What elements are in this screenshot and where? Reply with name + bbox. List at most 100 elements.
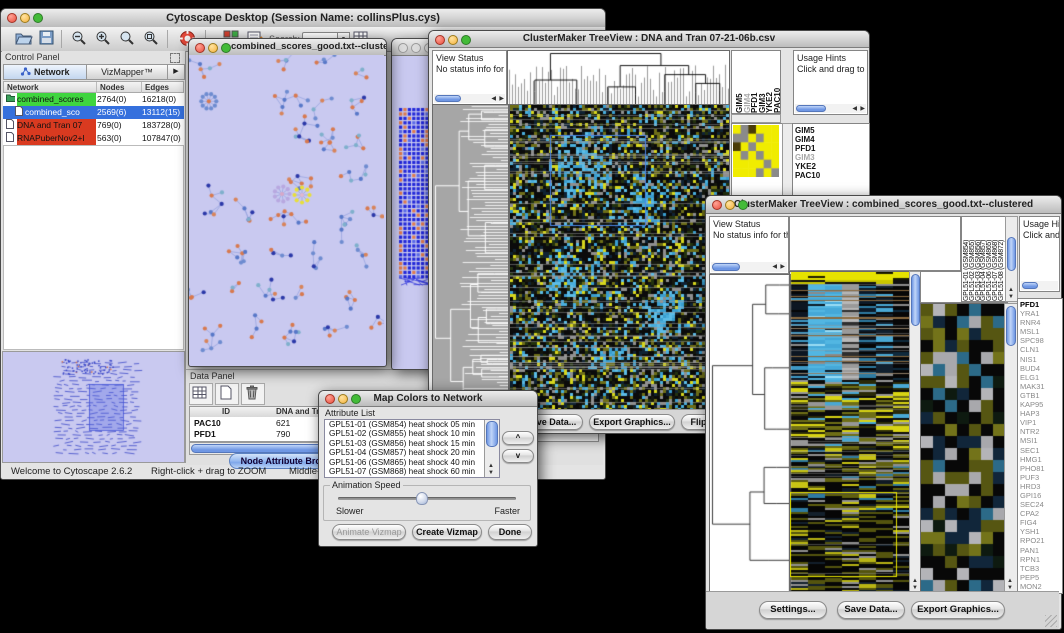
speed-slider-thumb[interactable] (416, 492, 428, 505)
table-cell-id[interactable]: PFD1 (194, 429, 216, 440)
minimize-button[interactable] (725, 200, 735, 210)
gene-label[interactable]: GTB1 (1020, 391, 1062, 400)
gene-label[interactable]: RPN1 (1020, 555, 1062, 564)
gene-label[interactable]: SPC98 (1020, 336, 1062, 345)
status-scrollbar[interactable]: ◀ ▶ (711, 262, 787, 272)
gene-label[interactable]: GIM5 (795, 126, 869, 135)
gene-label[interactable]: PAN1 (1020, 546, 1062, 555)
scroll-up-arrow[interactable]: ▲ (1007, 578, 1013, 584)
close-button[interactable] (7, 13, 17, 23)
gene-label[interactable]: PAC10 (795, 171, 869, 180)
scroll-right-arrow[interactable]: ▶ (780, 264, 785, 270)
column-header-edges[interactable]: Edges (142, 82, 184, 93)
gene-label[interactable]: PEP5 (1020, 573, 1062, 582)
attribute-item[interactable]: GPL51-04 (GSM857) heat shock 20 min (327, 448, 499, 457)
scrollbar-thumb[interactable] (1007, 237, 1016, 271)
gene-label[interactable]: MAK31 (1020, 382, 1062, 391)
minimize-button[interactable] (208, 43, 218, 53)
global-heatmap[interactable] (509, 104, 730, 411)
list-vscrollbar[interactable]: ▲ ▼ (484, 420, 499, 477)
gene-label[interactable]: RNR4 (1020, 318, 1062, 327)
zoom-heatmap[interactable] (733, 125, 779, 177)
maximize-button[interactable] (461, 35, 471, 45)
gene-label[interactable]: KAP95 (1020, 400, 1062, 409)
gene-label[interactable]: HMG1 (1020, 455, 1062, 464)
scroll-left-arrow[interactable]: ◀ (852, 106, 857, 112)
status-scrollbar[interactable]: ◀ ▶ (434, 94, 505, 103)
scroll-left-arrow[interactable]: ◀ (772, 264, 777, 270)
gene-label[interactable]: PFD1 (1020, 300, 1062, 309)
delete-attribute-button[interactable] (241, 383, 265, 405)
zoom-fit-button[interactable] (143, 30, 161, 47)
gene-label[interactable]: BUD4 (1020, 364, 1062, 373)
gene-label[interactable]: MSI1 (1020, 436, 1062, 445)
attribute-item[interactable]: GPL51-01 (GSM854) heat shock 05 min (327, 420, 499, 429)
maximize-button[interactable] (351, 394, 361, 404)
gene-label[interactable]: HRD3 (1020, 482, 1062, 491)
zoom-out-button[interactable] (71, 30, 89, 47)
network-row[interactable]: combined_scores 2764(0) 16218(0) (3, 93, 184, 106)
close-button[interactable] (435, 35, 445, 45)
gene-label[interactable]: PHO81 (1020, 464, 1062, 473)
close-button[interactable] (195, 43, 205, 53)
column-dendrogram-empty[interactable] (789, 216, 961, 271)
gene-label[interactable]: HAP3 (1020, 409, 1062, 418)
gene-label[interactable]: PUF3 (1020, 473, 1062, 482)
attribute-item[interactable]: GPL51-02 (GSM855) heat shock 10 min (327, 429, 499, 438)
gene-label[interactable]: CPA2 (1020, 509, 1062, 518)
attribute-item[interactable]: GPL51-07 (GSM868) heat shock 60 min (327, 467, 499, 476)
scroll-down-arrow[interactable]: ▼ (488, 470, 494, 476)
gene-label[interactable]: VIP1 (1020, 418, 1062, 427)
hints-scrollbar[interactable]: ◀ ▶ (795, 104, 866, 113)
treeview1-column-labels[interactable]: GIM5GIM4PFD1GIM3YKE2PAC10 (732, 51, 780, 113)
gene-label[interactable]: SEC24 (1020, 500, 1062, 509)
scroll-up-arrow[interactable]: ▲ (1008, 287, 1014, 293)
table-cell-value[interactable]: 790 (276, 429, 290, 440)
settings-button[interactable]: Settings... (759, 601, 827, 619)
hints-scrollbar[interactable] (1021, 281, 1058, 290)
close-button[interactable] (398, 43, 408, 53)
resize-grip[interactable] (1045, 615, 1057, 627)
gene-label[interactable]: YKE2 (795, 162, 869, 171)
gene-label[interactable]: YRA1 (1020, 309, 1062, 318)
gene-label[interactable]: MSL1 (1020, 327, 1062, 336)
network-titlebar[interactable]: combined_scores_good.txt--cluste... (189, 39, 386, 56)
export-graphics-button[interactable]: Export Graphics... (589, 414, 675, 430)
gene-list-items[interactable]: GIM5GIM4PFD1GIM3YKE2PAC10 (795, 126, 869, 180)
id-column-header[interactable]: ID (190, 407, 263, 417)
row-dendrogram[interactable] (432, 104, 509, 411)
tab-network[interactable]: Network (3, 64, 87, 80)
move-up-button[interactable]: ^ (502, 431, 534, 445)
network-overview-thumbnail[interactable] (2, 351, 185, 463)
row-dendrogram[interactable] (709, 274, 791, 593)
global-heatmap[interactable] (789, 271, 911, 593)
network-row-selected[interactable]: combined_sco 2569(6) 13112(15) (3, 106, 184, 119)
export-graphics-button[interactable]: Export Graphics... (911, 601, 1005, 619)
minimize-button[interactable] (448, 35, 458, 45)
scroll-up-arrow[interactable]: ▲ (488, 463, 494, 469)
gene-label[interactable]: ELG1 (1020, 373, 1062, 382)
treeview1-titlebar[interactable]: ClusterMaker TreeView : DNA and Tran 07-… (429, 31, 869, 48)
label-vscrollbar[interactable]: ▲ ▼ (1005, 216, 1018, 302)
select-attributes-button[interactable] (189, 383, 213, 405)
save-button[interactable] (39, 30, 57, 47)
open-file-button[interactable] (15, 30, 33, 47)
gene-label[interactable]: PFD1 (795, 144, 869, 153)
scrollbar-thumb[interactable] (712, 263, 740, 271)
scroll-down-arrow[interactable]: ▼ (1008, 294, 1014, 300)
column-header-network[interactable]: Network (4, 82, 97, 93)
gene-label[interactable]: GIM4 (795, 135, 869, 144)
treeview2-column-labels[interactable]: GPL51-01 (GSM854)GPL51-02 (GSM855)GPL51-… (962, 217, 1006, 301)
column-label[interactable]: PAC10 (773, 51, 782, 113)
table-cell-value[interactable]: 621 (276, 418, 290, 429)
column-label[interactable]: GPL51-08 (GSM872) (998, 217, 1005, 301)
column-header-nodes[interactable]: Nodes (97, 82, 142, 93)
gene-label[interactable]: GPI16 (1020, 491, 1062, 500)
scrollbar-thumb[interactable] (435, 95, 461, 102)
gene-label[interactable]: NIS1 (1020, 355, 1062, 364)
table-cell-id[interactable]: PAC10 (194, 418, 221, 429)
scrollbar-thumb[interactable] (796, 105, 826, 112)
move-down-button[interactable]: v (502, 449, 534, 463)
scrollbar-thumb[interactable] (486, 421, 498, 447)
tab-overflow-arrow[interactable]: ▶ (167, 64, 185, 80)
